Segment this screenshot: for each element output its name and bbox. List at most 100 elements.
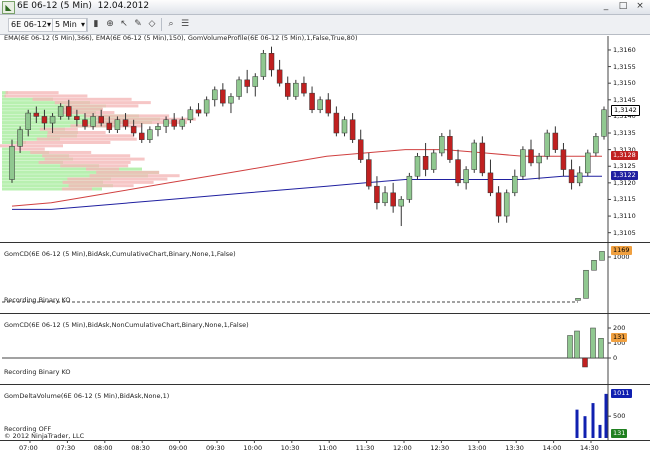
candle-body [139, 132, 145, 140]
cd2-axis-label: 200 [613, 324, 626, 332]
time-axis-label: 13:30 [505, 444, 524, 452]
time-axis-label: 11:30 [355, 444, 375, 452]
time-axis-label: 10:00 [243, 444, 263, 452]
volume-profile-bar [32, 97, 132, 101]
price-axis-label: 1,3155 [613, 62, 636, 71]
cd-noncumulative-status: Recording Binary KO [4, 368, 71, 376]
cd-noncumulative-bar [590, 327, 596, 359]
cd-cumulative-bar [583, 269, 589, 299]
volume-profile-bar [2, 167, 142, 171]
ema-fast-flag: 1,3128 [611, 151, 638, 161]
time-axis-label: 07:00 [19, 444, 38, 452]
candle-body [147, 129, 153, 140]
candle-body [284, 82, 291, 97]
candle-body [317, 99, 323, 111]
chart-canvas[interactable] [0, 0, 650, 472]
time-axis-label: 14:30 [580, 444, 599, 452]
volume-profile-bar [47, 131, 106, 135]
candle-body [293, 82, 299, 97]
cd2-axis-label: 0 [613, 354, 618, 362]
volume-profile-bar [67, 177, 168, 181]
price-panel-label: EMA(6E 06-12 (5 Min),366), EMA(6E 06-12 … [4, 34, 358, 42]
candle-body [252, 76, 259, 87]
candle-body [155, 126, 161, 130]
volume-profile-bar [36, 137, 137, 141]
candle-body [122, 119, 129, 127]
delta-volume-label: GomDeltaVolume(6E 06-12 (5 Min),BidAsk,N… [4, 392, 170, 400]
price-axis-label: 1,3110 [613, 212, 636, 221]
volume-profile-bar [96, 170, 160, 174]
candle-body [195, 109, 202, 114]
cd-noncumulative-label: GomCD(6E 06-12 (5 Min),BidAsk,NonCumulat… [4, 321, 249, 329]
price-axis-label: 1,3150 [613, 79, 636, 88]
candle-body [260, 53, 267, 77]
cd2-value-flag: 131 [611, 333, 628, 343]
time-axis-label: 09:30 [206, 444, 225, 452]
candle-body [382, 192, 388, 204]
cd-cumulative-status: Recording Binary KO [4, 296, 71, 304]
candle-body [74, 116, 80, 120]
candle-body [349, 119, 356, 140]
price-axis-label: 1,3135 [613, 129, 636, 138]
candle-body [593, 136, 599, 154]
candle-body [366, 159, 372, 187]
volume-profile-bar [60, 164, 129, 168]
ema-slow-flag: 1,3122 [611, 171, 638, 181]
candle-body [179, 119, 186, 127]
volume-profile-bar [44, 157, 145, 161]
time-axis-label: 12:00 [393, 444, 412, 452]
volume-profile-bar [47, 134, 134, 138]
candle-body [479, 142, 486, 174]
delta-volume-bar [604, 393, 608, 438]
candle-body [90, 116, 96, 127]
cd-cumulative-bar [591, 260, 597, 271]
cd-cumulative-bar [599, 251, 605, 261]
candle-body [171, 119, 177, 127]
volume-profile-bar [62, 187, 92, 191]
candle-body [130, 126, 137, 134]
candle-body [487, 172, 494, 194]
volume-profile-bar [86, 167, 119, 171]
candle-body [244, 79, 250, 87]
time-axis-label: 13:00 [467, 444, 487, 452]
cd1-value-flag: 1169 [611, 246, 632, 256]
candle-body [374, 185, 380, 204]
candle-body [390, 192, 396, 207]
cd-cumulative-label: GomCD(6E 06-12 (5 Min),BidAsk,Cumulative… [4, 250, 236, 258]
candle-body [9, 146, 15, 180]
delta-volume-bar [575, 409, 579, 438]
candle-body [49, 116, 56, 124]
volume-profile-bar [68, 184, 134, 188]
volume-profile-bar [89, 174, 180, 178]
volume-profile-bar [84, 114, 170, 118]
time-axis-label: 11:00 [318, 444, 337, 452]
candle-body [536, 156, 542, 164]
candle-body [422, 156, 429, 170]
time-axis-label: 09:00 [168, 444, 188, 452]
candle-body [495, 192, 502, 217]
candle-body [163, 119, 169, 127]
candle-body [414, 156, 421, 177]
candle-body [25, 112, 31, 130]
candle-body [503, 192, 510, 217]
candle-body [220, 89, 226, 104]
candle-body [82, 119, 88, 127]
candle-body [576, 172, 583, 184]
candle-body [512, 175, 518, 194]
candle-body [276, 69, 283, 84]
candle-body [439, 136, 445, 154]
cd-noncumulative-bar [567, 335, 573, 359]
time-axis-label: 08:30 [131, 444, 150, 452]
volume-profile-bar [64, 104, 139, 108]
candle-body [463, 169, 469, 184]
candle-body [17, 129, 23, 147]
candle-body [301, 82, 307, 94]
price-axis-label: 1,3145 [613, 95, 636, 104]
candle-body [325, 99, 332, 114]
price-axis-label: 1,3125 [613, 162, 636, 171]
price-axis-label: 1,3120 [613, 178, 636, 187]
time-axis-label: 07:30 [56, 444, 76, 452]
candle-body [57, 106, 64, 117]
candle-body [430, 152, 437, 170]
dv-value-flag-bottom: 131 [611, 429, 628, 439]
